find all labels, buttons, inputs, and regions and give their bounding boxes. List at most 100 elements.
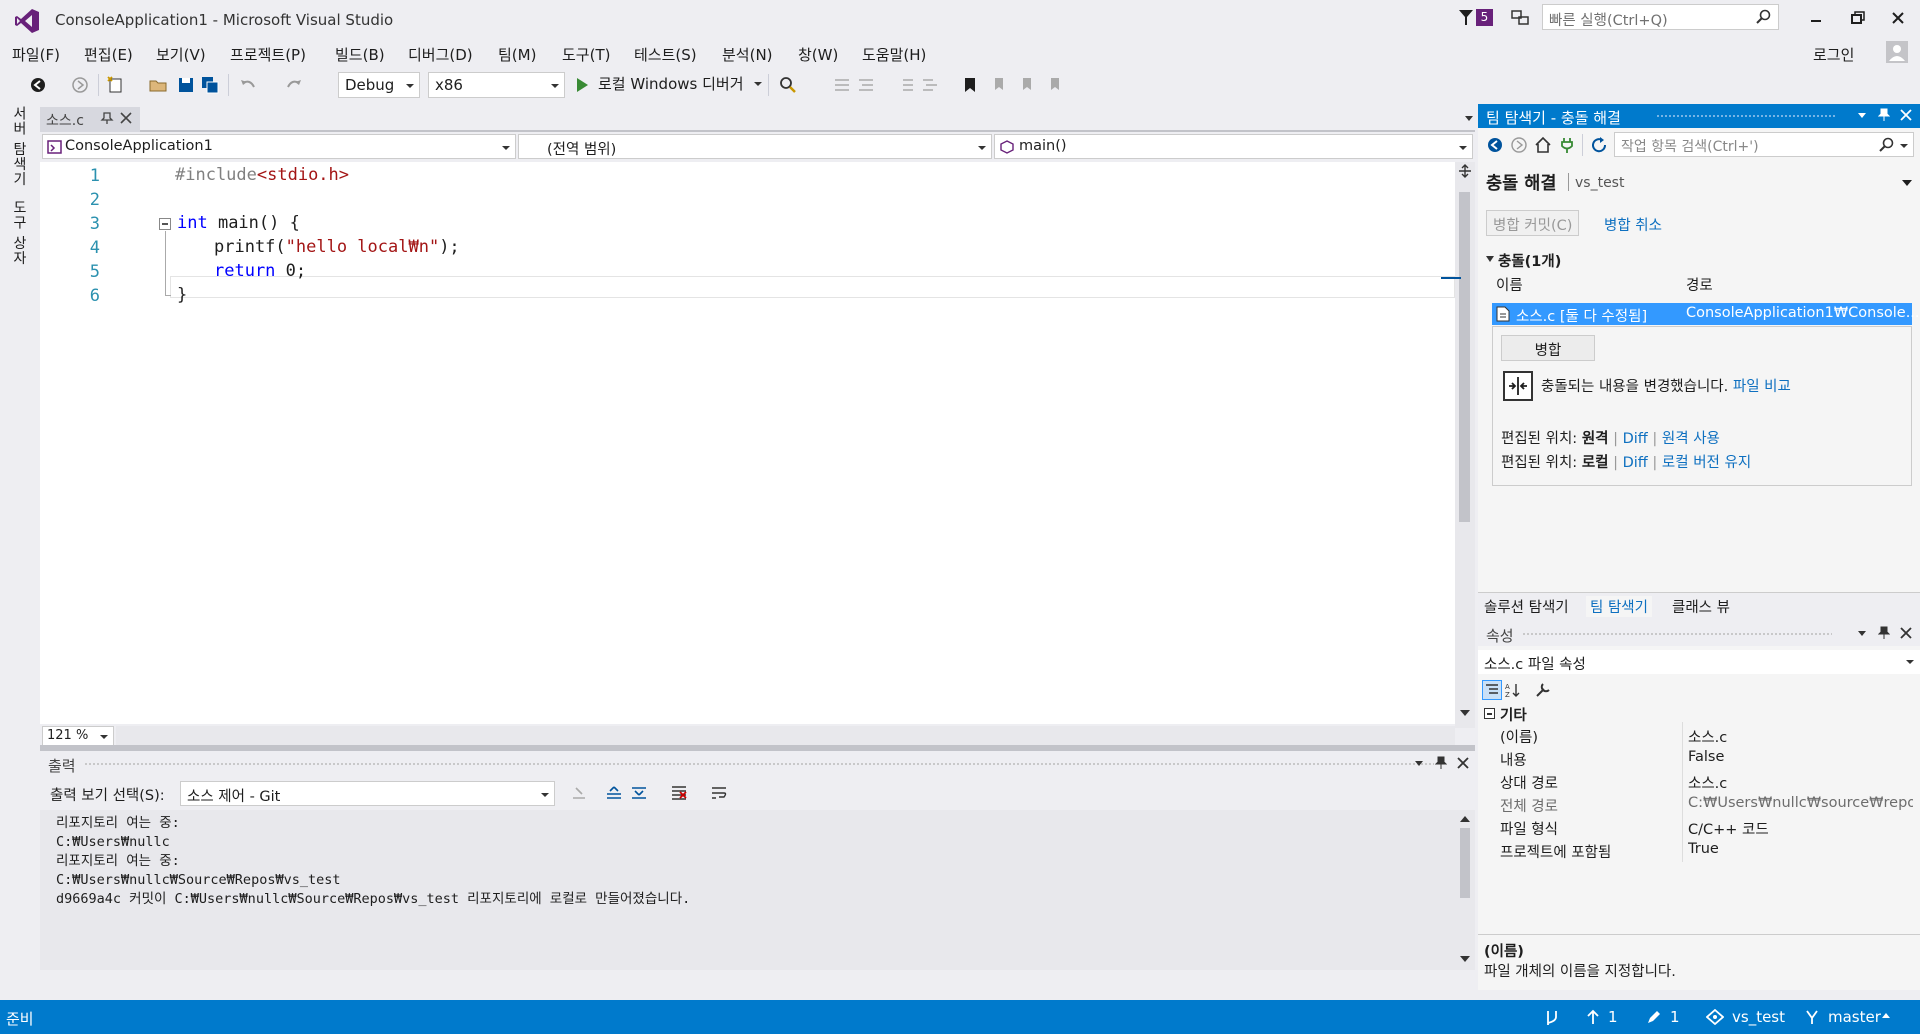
output-menu-chevron-icon[interactable] (1415, 761, 1423, 766)
project-nav-select[interactable]: ConsoleApplication1 (42, 134, 516, 159)
menu-view[interactable]: 보기(V) (156, 44, 206, 65)
team-explorer-pin-icon[interactable] (1878, 108, 1890, 122)
menu-test[interactable]: 테스트(S) (634, 44, 697, 65)
editor-vertical-scrollbar[interactable] (1441, 162, 1475, 728)
run-dropdown-chevron-icon[interactable] (754, 82, 762, 86)
close-tab-icon[interactable] (120, 112, 132, 124)
menu-file[interactable]: 파일(F) (12, 44, 60, 65)
properties-menu-chevron-icon[interactable] (1858, 631, 1866, 636)
property-row[interactable]: (이름) 소스.c (1478, 723, 1920, 746)
branch-name[interactable]: master (1828, 1008, 1881, 1026)
work-item-search-input[interactable]: 작업 항목 검색(Ctrl+') (1614, 132, 1914, 157)
navigate-forward-icon[interactable] (70, 75, 90, 95)
solution-config-select[interactable]: Debug (338, 72, 420, 98)
menu-project[interactable]: 프로젝트(P) (230, 44, 306, 65)
editor-horizontal-scrollbar[interactable] (116, 726, 1455, 746)
collapse-category-icon[interactable] (1484, 708, 1495, 719)
output-close-icon[interactable] (1457, 757, 1469, 769)
navigate-back-icon[interactable] (28, 75, 48, 95)
property-row[interactable]: 상대 경로 소스.c (1478, 769, 1920, 792)
zoom-select[interactable]: 121 % (42, 726, 114, 746)
close-window-button[interactable] (1888, 8, 1908, 28)
abort-merge-link[interactable]: 병합 취소 (1604, 214, 1662, 235)
connect-icon[interactable] (1558, 136, 1578, 156)
output-source-select[interactable]: 소스 제어 - Git (180, 781, 555, 806)
bookmark-icon[interactable] (960, 75, 980, 95)
column-path-header[interactable]: 경로 (1686, 274, 1713, 295)
back-icon[interactable] (1486, 136, 1506, 156)
avatar[interactable] (1886, 41, 1908, 63)
properties-pin-icon[interactable] (1878, 626, 1890, 640)
find-message-icon[interactable] (570, 784, 590, 804)
menu-analyze[interactable]: 분석(N) (722, 44, 773, 65)
toolbox-tab[interactable]: 도구 상자 (9, 200, 29, 265)
team-explorer-close-icon[interactable] (1900, 109, 1912, 121)
output-text-area[interactable]: 리포지토리 여는 중: C:₩Users₩nullc 리포지토리 여는 중: C… (40, 810, 1455, 970)
output-vertical-scrollbar[interactable] (1455, 810, 1475, 970)
minimize-button[interactable] (1806, 8, 1826, 28)
restore-button[interactable] (1848, 8, 1868, 28)
menu-edit[interactable]: 편집(E) (84, 44, 133, 65)
save-all-icon[interactable] (200, 75, 220, 95)
start-debugging-button[interactable]: 로컬 Windows 디버거 (598, 73, 744, 94)
home-icon[interactable] (1534, 136, 1554, 156)
prev-bookmark-icon[interactable] (988, 75, 1008, 95)
redo-icon[interactable] (284, 75, 304, 95)
menu-tools[interactable]: 도구(T) (562, 44, 610, 65)
expand-chevron-icon[interactable] (1486, 256, 1494, 262)
scroll-thumb[interactable] (1460, 828, 1470, 898)
signin-link[interactable]: 로그인 (1813, 44, 1854, 65)
clear-all-icon[interactable] (670, 784, 690, 804)
page-menu-chevron-icon[interactable] (1902, 180, 1912, 186)
decrease-indent-icon[interactable] (896, 75, 916, 95)
commit-merge-button[interactable]: 병합 커밋(C) (1486, 210, 1580, 236)
property-row[interactable]: 내용 False (1478, 746, 1920, 769)
comment-out-icon[interactable] (832, 75, 852, 95)
unpublished-commits-icon[interactable] (1586, 1009, 1600, 1025)
merge-status-icon[interactable] (1544, 1009, 1560, 1027)
keep-local-link[interactable]: 로컬 버전 유지 (1662, 455, 1751, 471)
menu-debug[interactable]: 디버그(D) (408, 44, 473, 65)
member-nav-select[interactable]: main() (994, 134, 1473, 159)
tab-solution-explorer[interactable]: 솔루션 탐색기 (1484, 596, 1569, 617)
property-row[interactable]: 전체 경로 C:₩Users₩nullc₩source₩repos₩vs (1478, 792, 1920, 815)
team-explorer-menu-chevron-icon[interactable] (1858, 113, 1866, 118)
scope-nav-select[interactable]: (전역 범위) (518, 134, 992, 159)
scroll-up-arrow-icon[interactable] (1460, 816, 1470, 822)
new-project-icon[interactable] (106, 75, 126, 95)
notification-flag-icon[interactable] (1458, 9, 1474, 27)
local-diff-link[interactable]: Diff (1623, 455, 1648, 471)
repository-icon[interactable] (1706, 1009, 1724, 1025)
branch-menu-chevron-icon[interactable] (1882, 1013, 1890, 1018)
pending-changes-count[interactable]: 1 (1670, 1008, 1680, 1026)
clear-bookmarks-icon[interactable] (1044, 75, 1064, 95)
tab-class-view[interactable]: 클래스 뷰 (1672, 596, 1730, 617)
object-select[interactable]: 소스.c 파일 속성 (1478, 650, 1920, 674)
tab-overflow-chevron-icon[interactable] (1465, 116, 1473, 121)
repository-name[interactable]: vs_test (1732, 1008, 1785, 1026)
menu-team[interactable]: 팀(M) (498, 44, 536, 65)
undo-icon[interactable] (238, 75, 258, 95)
pin-icon[interactable] (100, 111, 114, 125)
split-editor-icon[interactable] (1458, 164, 1472, 178)
feedback-icon[interactable] (1510, 8, 1530, 28)
collapse-toggle-icon[interactable] (159, 218, 171, 230)
next-message-icon[interactable] (630, 784, 650, 804)
server-explorer-tab[interactable]: 서버 탐색기 (9, 106, 29, 186)
open-file-icon[interactable] (148, 75, 168, 95)
save-icon[interactable] (176, 75, 196, 95)
word-wrap-icon[interactable] (710, 784, 730, 804)
compare-files-link[interactable]: 파일 비교 (1733, 379, 1791, 395)
scroll-down-arrow-icon[interactable] (1460, 956, 1470, 962)
uncomment-icon[interactable] (856, 75, 876, 95)
menu-build[interactable]: 빌드(B) (335, 44, 385, 65)
output-pin-icon[interactable] (1435, 756, 1447, 770)
increase-indent-icon[interactable] (920, 75, 940, 95)
refresh-icon[interactable] (1590, 136, 1610, 156)
editor-output-splitter[interactable] (40, 745, 1475, 751)
unpublished-commits-count[interactable]: 1 (1608, 1008, 1618, 1026)
scroll-thumb[interactable] (1459, 192, 1470, 522)
take-remote-link[interactable]: 원격 사용 (1662, 431, 1720, 447)
alphabetical-icon[interactable]: AZ (1504, 681, 1522, 699)
next-bookmark-icon[interactable] (1016, 75, 1036, 95)
